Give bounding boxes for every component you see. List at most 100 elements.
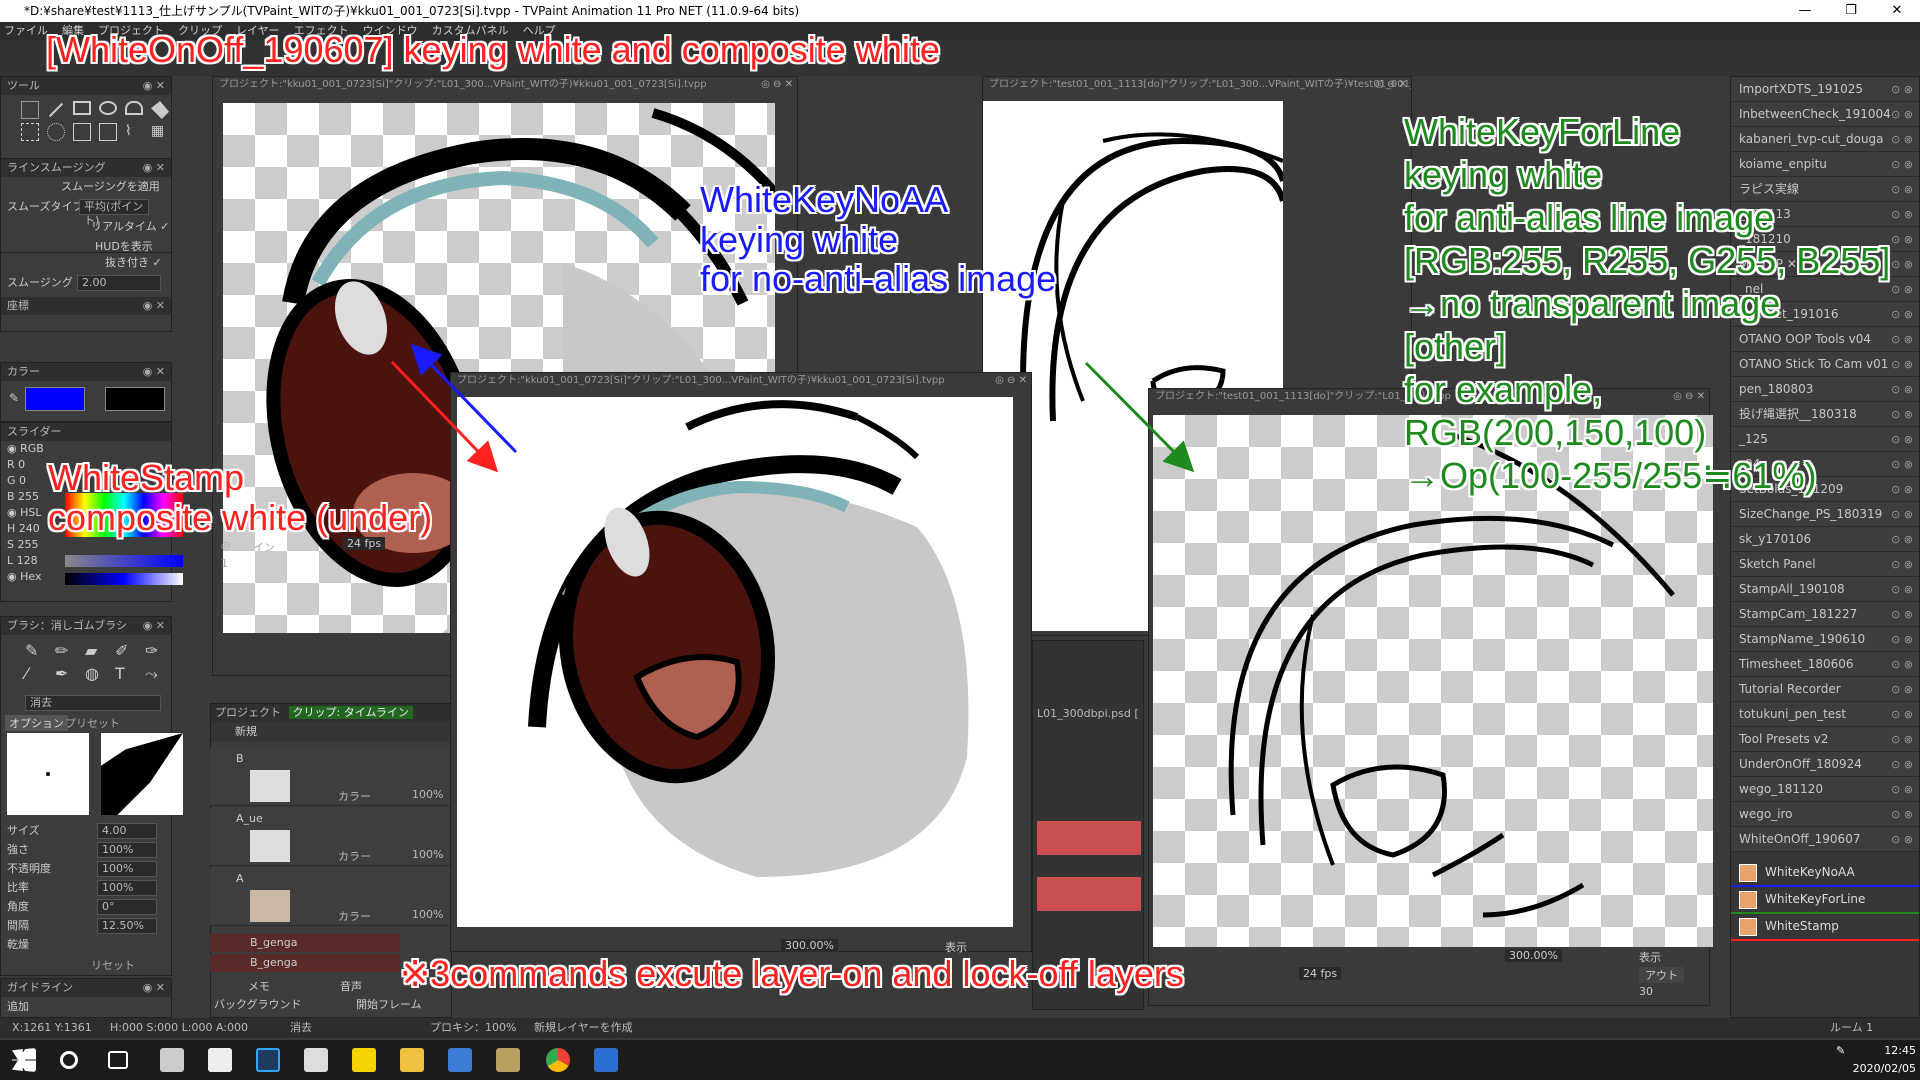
plugin-item[interactable]: Timesheet_180606 ⊙ ⊗ [1731, 652, 1919, 677]
airbrush-icon[interactable]: ✑ [145, 641, 171, 660]
plugin-item[interactable]: wego_181120 ⊙ ⊗ [1731, 777, 1919, 802]
clock-time[interactable]: 12:45 [1866, 1044, 1916, 1057]
display-menu-2[interactable]: 表示 [1639, 949, 1661, 965]
lightness-slider[interactable] [65, 573, 183, 585]
plugin-item[interactable]: WhiteOnOff_190607 ⊙ ⊗ [1731, 827, 1919, 852]
plugin-item[interactable]: totukuni_pen_test ⊙ ⊗ [1731, 702, 1919, 727]
saturation-slider[interactable] [65, 555, 183, 567]
secondary-color-swatch[interactable] [105, 387, 165, 411]
chrome-icon[interactable] [546, 1048, 570, 1072]
rectangle-tool-icon[interactable] [73, 101, 91, 115]
plugin-controls-icon[interactable]: ⊙ ⊗ [1891, 252, 1913, 276]
g-value[interactable]: 0 [19, 474, 26, 487]
search-icon[interactable] [60, 1051, 78, 1069]
marker-brush-icon[interactable]: ✐ [115, 641, 141, 660]
guide-add-row[interactable]: 追加 [1, 997, 171, 1017]
l-value[interactable]: 128 [17, 554, 38, 567]
command-button[interactable]: WhiteKeyForLine [1731, 887, 1919, 914]
start-frame-label[interactable]: 開始フレーム [356, 996, 422, 1012]
rgb-mode-row[interactable]: ◉ RGB [1, 441, 171, 457]
panel-menu-icon[interactable]: ◉ ✕ [143, 363, 165, 381]
tab-preset[interactable]: プリセット [61, 715, 124, 731]
window-controls-icons[interactable]: ◎ ⊖ ✕ [995, 373, 1027, 389]
layer-row[interactable]: B カラー 100% [210, 748, 450, 806]
command-button[interactable]: WhiteKeyNoAA [1731, 860, 1919, 887]
s-value[interactable]: 255 [17, 538, 38, 551]
h-value[interactable]: 240 [19, 522, 40, 535]
plugin-item[interactable]: UnderOnOff_180924 ⊙ ⊗ [1731, 752, 1919, 777]
mail-icon[interactable] [304, 1048, 328, 1072]
primary-color-swatch[interactable] [25, 387, 85, 411]
plugin-controls-icon[interactable]: ⊙ ⊗ [1891, 452, 1913, 476]
plugin-item[interactable]: StampName_190610 ⊙ ⊗ [1731, 627, 1919, 652]
layer-row[interactable]: A カラー 100% [210, 868, 450, 926]
plugin-controls-icon[interactable]: ⊙ ⊗ [1891, 302, 1913, 326]
pen-icon[interactable]: ✎ [1836, 1044, 1845, 1057]
memo-label[interactable]: メモ [248, 978, 270, 994]
warp-brush-icon[interactable]: ⤳ [145, 664, 171, 684]
window-controls-icons[interactable]: ◎ ⊖ ✕ [761, 77, 793, 93]
fps-field-1[interactable]: 24 fps [343, 537, 386, 550]
eyedropper-icon[interactable]: ✎ [9, 391, 19, 405]
plugin-controls-icon[interactable]: ⊙ ⊗ [1891, 277, 1913, 301]
plugin-controls-icon[interactable]: ⊙ ⊗ [1891, 552, 1913, 576]
close-button[interactable]: ✕ [1874, 0, 1920, 22]
tvpaint-icon[interactable] [594, 1048, 618, 1072]
tab-project[interactable]: プロジェクト [211, 706, 285, 719]
keyframe-block-2[interactable] [1037, 877, 1141, 911]
crop-tool-icon[interactable] [73, 123, 91, 141]
size-field[interactable]: 4.00 [97, 823, 157, 839]
plugin-controls-icon[interactable]: ⊙ ⊗ [1891, 752, 1913, 776]
pressure-curve[interactable] [101, 733, 183, 815]
app-icon[interactable] [448, 1048, 472, 1072]
panel-menu-icon[interactable]: ◉ ✕ [143, 617, 165, 635]
panel-menu-icon[interactable]: ◉ ✕ [143, 159, 165, 177]
plugin-controls-icon[interactable]: ⊙ ⊗ [1891, 402, 1913, 426]
plugin-controls-icon[interactable]: ⊙ ⊗ [1891, 627, 1913, 651]
status-room[interactable]: ルーム 1 [1830, 1018, 1873, 1038]
store-icon[interactable] [160, 1048, 184, 1072]
plugin-controls-icon[interactable]: ⊙ ⊗ [1891, 727, 1913, 751]
eraser-brush-icon[interactable]: ▰ [85, 641, 111, 660]
out-label[interactable]: アウト [1639, 967, 1684, 983]
plugin-controls-icon[interactable]: ⊙ ⊗ [1891, 77, 1913, 101]
plugin-item[interactable]: StampAll_190108 ⊙ ⊗ [1731, 577, 1919, 602]
stamp-tool-icon[interactable]: ▦ [151, 123, 169, 141]
canvas-3[interactable] [457, 397, 1013, 927]
plugin-item[interactable]: SizeChange_PS_180319 ⊙ ⊗ [1731, 502, 1919, 527]
layer-mode[interactable]: カラー [338, 788, 371, 804]
plugin-controls-icon[interactable]: ⊙ ⊗ [1891, 227, 1913, 251]
plugin-controls-icon[interactable]: ⊙ ⊗ [1891, 177, 1913, 201]
water-brush-icon[interactable]: ◍ [85, 664, 111, 684]
command-button[interactable]: WhiteStamp [1731, 914, 1919, 941]
apply-smoothing-row[interactable]: スムージングを適用 [1, 177, 171, 197]
plugin-controls-icon[interactable]: ⊙ ⊗ [1891, 502, 1913, 526]
plugin-controls-icon[interactable]: ⊙ ⊗ [1891, 652, 1913, 676]
plugin-controls-icon[interactable]: ⊙ ⊗ [1891, 102, 1913, 126]
window-controls-icons[interactable]: ◎ ⊖ ✕ [1375, 77, 1407, 93]
photoshop-icon[interactable] [256, 1048, 280, 1072]
fps-field-2[interactable]: 24 fps [1299, 967, 1342, 980]
plugin-controls-icon[interactable]: ⊙ ⊗ [1891, 377, 1913, 401]
ellipse-tool-icon[interactable] [99, 101, 117, 115]
sound-label[interactable]: 音声 [340, 978, 362, 994]
zoom-field-2[interactable]: 300.00% [1505, 949, 1562, 962]
select-tool-icon[interactable] [21, 123, 39, 141]
plugin-item[interactable]: Sketch Panel ⊙ ⊗ [1731, 552, 1919, 577]
keyframe-block-1[interactable] [1037, 821, 1141, 855]
layer-mode[interactable]: カラー [338, 908, 371, 924]
photos-icon[interactable] [208, 1048, 232, 1072]
brush-mode-select[interactable]: 消去 [25, 695, 161, 711]
background-label[interactable]: バックグラウンド [214, 996, 302, 1012]
plugin-controls-icon[interactable]: ⊙ ⊗ [1891, 427, 1913, 451]
plugin-controls-icon[interactable]: ⊙ ⊗ [1891, 602, 1913, 626]
blend-brush-icon[interactable]: ✒ [55, 664, 81, 684]
minimize-button[interactable]: — [1782, 0, 1828, 22]
tab-option[interactable]: オプション [5, 715, 68, 731]
menu-item[interactable]: ファイル [4, 22, 48, 40]
panel-menu-icon[interactable]: ◉ ✕ [143, 297, 165, 315]
plugin-controls-icon[interactable]: ⊙ ⊗ [1891, 777, 1913, 801]
knife-brush-icon[interactable]: ⁄ [25, 664, 51, 684]
genga-layer-1[interactable]: B_genga [210, 934, 400, 952]
line-tool-icon[interactable] [48, 102, 64, 118]
